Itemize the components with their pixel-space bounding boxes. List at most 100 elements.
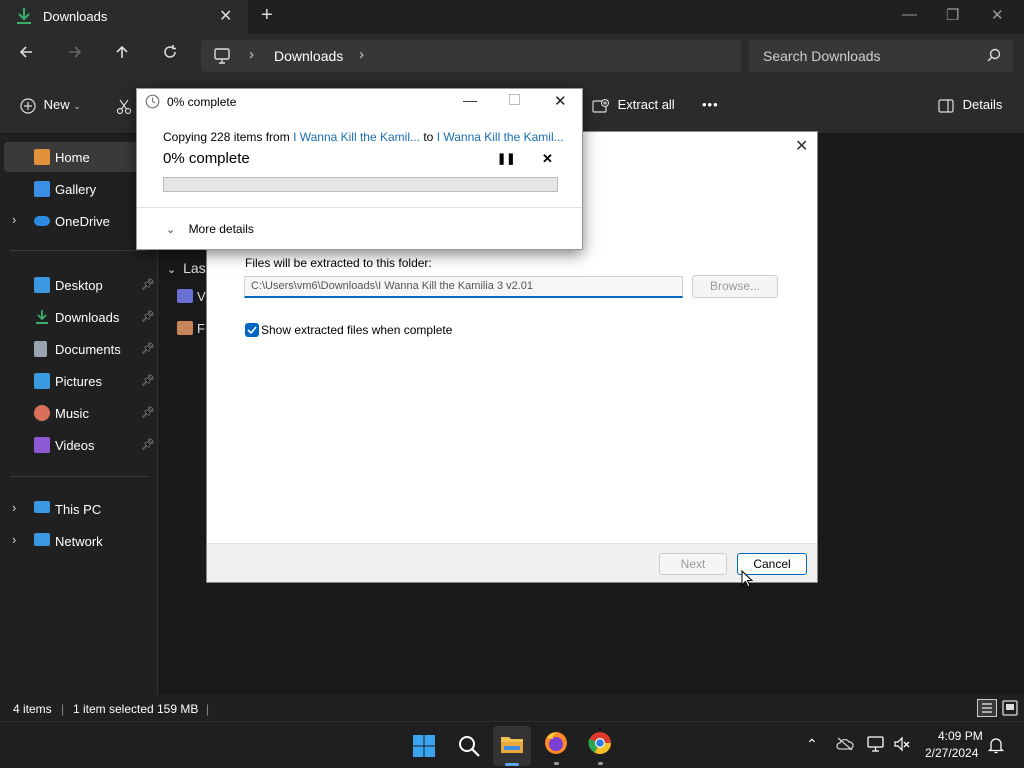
tab-label: Downloads bbox=[43, 9, 108, 24]
progress-close-button[interactable]: ✕ bbox=[554, 92, 567, 110]
sidebar-item-desktop[interactable]: Desktop 📌︎ bbox=[4, 270, 155, 300]
arrow-left-icon bbox=[19, 46, 32, 58]
chevron-right-icon[interactable]: › bbox=[12, 212, 16, 227]
progress-title: 0% complete bbox=[167, 95, 237, 109]
next-button[interactable]: Next bbox=[659, 553, 727, 575]
sidebar-item-pictures[interactable]: Pictures 📌︎ bbox=[4, 366, 155, 396]
details-label: Details bbox=[962, 97, 1003, 112]
tiles-view-button[interactable] bbox=[1001, 699, 1019, 717]
progress-minimize-button[interactable]: — bbox=[463, 92, 477, 108]
clock-time[interactable]: 4:09 PM bbox=[938, 729, 983, 743]
extract-icon bbox=[592, 98, 610, 113]
show-files-checkbox[interactable] bbox=[245, 323, 259, 337]
source-link[interactable]: I Wanna Kill the Kamil... bbox=[293, 130, 420, 144]
sidebar-item-label: Home bbox=[55, 150, 90, 165]
tab-downloads[interactable]: Downloads ✕ bbox=[0, 0, 248, 34]
wizard-footer: Next Cancel bbox=[207, 543, 817, 582]
sidebar-item-onedrive[interactable]: › OneDrive bbox=[4, 206, 154, 236]
details-button[interactable]: Details bbox=[938, 97, 1002, 113]
tab-close-button[interactable]: ✕ bbox=[219, 6, 232, 26]
more-details-toggle[interactable]: ⌄ More details bbox=[166, 222, 254, 236]
firefox-taskbar-button[interactable] bbox=[543, 730, 571, 766]
firefox-icon bbox=[545, 732, 567, 754]
maximize-button[interactable]: ❐ bbox=[946, 6, 959, 24]
volume-muted-icon[interactable] bbox=[893, 736, 911, 752]
destination-path-value: C:\Users\vm6\Downloads\I Wanna Kill the … bbox=[251, 280, 534, 292]
browse-button[interactable]: Browse... bbox=[692, 275, 778, 298]
clock-date[interactable]: 2/27/2024 bbox=[925, 746, 978, 760]
sidebar-item-network[interactable]: › Network bbox=[4, 526, 154, 556]
sidebar-item-label: Pictures bbox=[55, 374, 102, 389]
status-bar: 4 items | 1 item selected 159 MB | bbox=[0, 695, 1024, 721]
downloads-icon bbox=[36, 310, 48, 324]
new-tab-button[interactable]: + bbox=[261, 4, 273, 27]
active-indicator bbox=[505, 763, 519, 766]
running-indicator bbox=[554, 762, 559, 765]
onedrive-icon bbox=[34, 216, 50, 226]
minimize-button[interactable]: — bbox=[902, 6, 917, 23]
breadcrumb[interactable]: Downloads bbox=[274, 48, 343, 64]
navigation-pane: Home Gallery › OneDrive Desktop 📌︎ Downl… bbox=[0, 134, 158, 695]
clock-icon bbox=[145, 94, 160, 109]
file-name[interactable]: V bbox=[197, 289, 206, 304]
sidebar-item-downloads[interactable]: Downloads 📌︎ bbox=[4, 302, 155, 332]
copy-prefix: Copying 228 items from bbox=[163, 130, 294, 144]
search-icon[interactable] bbox=[457, 734, 481, 758]
search-input[interactable]: Search Downloads bbox=[749, 40, 1013, 72]
destination-link[interactable]: I Wanna Kill the Kamil... bbox=[437, 130, 564, 144]
mouse-cursor-icon bbox=[741, 570, 753, 588]
sidebar-item-label: This PC bbox=[55, 502, 102, 517]
status-divider: | bbox=[206, 702, 210, 716]
destination-path-input[interactable]: C:\Users\vm6\Downloads\I Wanna Kill the … bbox=[244, 276, 683, 298]
chevron-right-icon[interactable]: › bbox=[12, 532, 16, 547]
file-explorer-taskbar-button[interactable] bbox=[493, 726, 531, 766]
sidebar-item-videos[interactable]: Videos 📌︎ bbox=[4, 430, 155, 460]
chrome-icon bbox=[588, 732, 611, 754]
cut-icon[interactable] bbox=[116, 99, 132, 115]
folder-icon bbox=[177, 321, 193, 335]
chrome-taskbar-button[interactable] bbox=[587, 730, 615, 766]
pause-button[interactable]: ❚❚ bbox=[497, 152, 515, 165]
new-button[interactable]: New ⌄ bbox=[20, 97, 81, 114]
address-bar[interactable]: › Downloads › bbox=[201, 40, 741, 72]
chevron-up-icon[interactable]: ⌃ bbox=[806, 736, 818, 753]
arrow-up-icon bbox=[116, 45, 128, 58]
sidebar-item-documents[interactable]: Documents 📌︎ bbox=[4, 334, 155, 364]
up-button[interactable] bbox=[114, 44, 130, 65]
status-divider: | bbox=[61, 702, 65, 716]
music-icon bbox=[34, 405, 50, 421]
sidebar-item-label: Gallery bbox=[55, 182, 97, 197]
network-icon[interactable] bbox=[867, 736, 885, 752]
show-files-label[interactable]: Show extracted files when complete bbox=[261, 323, 452, 337]
back-button[interactable] bbox=[18, 44, 34, 65]
sidebar-item-label: Desktop bbox=[55, 278, 103, 293]
forward-button[interactable] bbox=[67, 44, 83, 65]
network-icon bbox=[34, 533, 50, 546]
section-header[interactable]: ⌄ Last bbox=[167, 260, 210, 276]
copy-to: to bbox=[420, 130, 437, 144]
chevron-right-icon[interactable]: › bbox=[359, 46, 364, 63]
documents-icon bbox=[34, 341, 47, 357]
file-name[interactable]: F bbox=[197, 321, 205, 336]
sidebar-item-home[interactable]: Home bbox=[4, 142, 154, 172]
notification-bell-icon[interactable] bbox=[988, 736, 1004, 754]
windows-start-icon[interactable] bbox=[412, 734, 436, 758]
details-view-button[interactable] bbox=[977, 699, 997, 717]
tiles-view-icon bbox=[1002, 700, 1018, 716]
more-options-button[interactable]: ••• bbox=[702, 97, 719, 112]
sidebar-item-label: Documents bbox=[55, 342, 121, 357]
sidebar-item-this-pc[interactable]: › This PC bbox=[4, 494, 154, 524]
sidebar-item-gallery[interactable]: Gallery bbox=[4, 174, 154, 204]
extract-all-button[interactable]: Extract all bbox=[592, 97, 675, 114]
refresh-button[interactable] bbox=[162, 44, 178, 65]
chevron-right-icon[interactable]: › bbox=[12, 500, 16, 515]
progress-title-bar: 0% complete — ✕ bbox=[137, 89, 582, 115]
cancel-copy-button[interactable]: ✕ bbox=[542, 151, 553, 167]
onedrive-offline-icon[interactable] bbox=[836, 737, 854, 751]
progress-maximize-button[interactable] bbox=[509, 94, 520, 105]
wizard-close-button[interactable]: ✕ bbox=[795, 136, 808, 156]
sidebar-item-music[interactable]: Music 📌︎ bbox=[4, 398, 155, 428]
close-window-button[interactable]: ✕ bbox=[991, 6, 1004, 24]
chevron-down-icon: ⌄ bbox=[167, 264, 177, 276]
home-icon bbox=[34, 149, 50, 165]
